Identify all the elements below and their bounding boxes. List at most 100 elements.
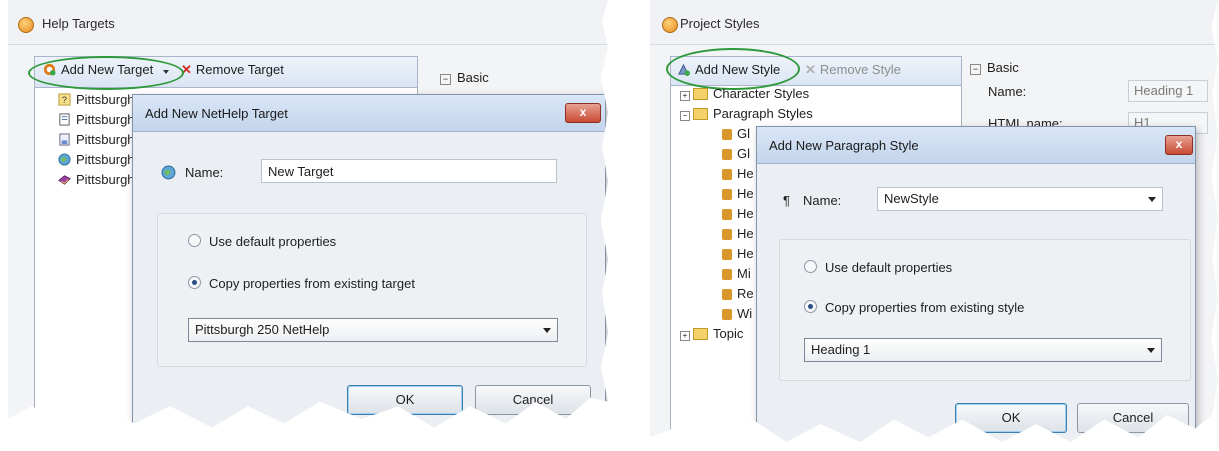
tree-item[interactable]: Pittsburgh [58,172,135,187]
remove-style-button[interactable]: ✕ Remove Style [805,62,901,78]
collapse-icon: − [970,64,981,75]
app-icon [662,17,678,33]
name-input[interactable]: New Target [261,159,557,183]
radio-indicator-selected [188,276,201,289]
tree-item-label: Pittsburgh [76,112,135,127]
paragraph-style-icon [722,209,732,220]
tree-item-label: He [737,166,754,181]
chevron-down-icon [1148,197,1156,202]
property-value[interactable]: Heading 1 [1128,80,1208,102]
tree-item[interactable]: He [722,186,754,201]
add-paragraph-style-dialog: Add New Paragraph Style x ¶ Name: NewSty… [756,126,1196,442]
copy-from-value: Heading 1 [811,342,871,357]
tree-item-label: He [737,226,754,241]
window-title: Help Targets [42,16,115,31]
copy-existing-label: Copy properties from existing target [209,276,415,291]
paragraph-style-icon [722,269,732,280]
tree-item-label: Pittsburgh [76,132,135,147]
tree-node-paragraph-styles[interactable]: − Paragraph Styles [680,106,813,121]
tree-node-topic[interactable]: + Topic [680,326,743,341]
paragraph-style-icon [722,249,732,260]
window-titlebar: Project Styles [650,0,1218,45]
copy-existing-label: Copy properties from existing style [825,300,1025,315]
dialog-titlebar: Add New Paragraph Style x [757,127,1195,164]
tree-item[interactable]: Pittsburgh [58,112,135,127]
paragraph-style-icon [722,189,732,200]
dialog-titlebar: Add New NetHelp Target x [133,95,605,132]
tree-item[interactable]: He [722,226,754,241]
cancel-button[interactable]: Cancel [475,385,591,415]
properties-option-group: Use default properties Copy properties f… [157,213,587,367]
expand-icon: + [680,331,690,341]
tree-item[interactable]: Re [722,286,754,301]
globe-icon [161,165,176,180]
basic-section-label: Basic [457,70,489,85]
book-icon [58,175,71,185]
tree-item[interactable]: He [722,166,754,181]
name-combobox[interactable]: NewStyle [877,187,1163,211]
help-target-icon: ? [58,93,71,106]
dialog-title: Add New Paragraph Style [769,138,919,153]
paragraph-style-icon [722,229,732,240]
remove-target-button[interactable]: ✕ Remove Target [181,62,284,78]
copy-from-value: Pittsburgh 250 NetHelp [195,322,330,337]
ok-button[interactable]: OK [347,385,463,415]
use-default-radio[interactable]: Use default properties [188,234,336,249]
paragraph-style-icon [722,149,732,160]
ok-button[interactable]: OK [955,403,1067,433]
help-targets-window: Help Targets Add New Target ✕ Remove Targ… [8,0,608,428]
remove-target-label: Remove Target [195,62,284,77]
copy-existing-radio[interactable]: Copy properties from existing target [188,276,415,291]
tree-item[interactable]: He [722,206,754,221]
name-label: Name: [803,193,842,208]
copy-from-select[interactable]: Pittsburgh 250 NetHelp [188,318,558,342]
tree-node-label: Paragraph Styles [713,106,813,121]
page-icon [59,133,70,146]
paragraph-style-icon [722,129,732,140]
tree-item-label: Pittsburgh [76,92,135,107]
tree-item[interactable]: Pittsburgh [58,132,135,147]
dialog-title: Add New NetHelp Target [145,106,288,121]
tree-item[interactable]: Gl [722,146,750,161]
tree-node-character-styles[interactable]: + Character Styles [680,86,809,101]
copy-existing-radio[interactable]: Copy properties from existing style [804,300,1024,315]
chevron-down-icon [543,328,551,333]
copy-from-select[interactable]: Heading 1 [804,338,1162,362]
paragraph-style-icon [722,289,732,300]
basic-section-header[interactable]: − Basic [970,60,1019,75]
tree-item-label: Mi [737,266,751,281]
highlight-ring [28,56,184,90]
radio-indicator [804,260,817,273]
tree-item[interactable]: Gl [722,126,750,141]
folder-icon [693,88,708,100]
tree-item[interactable]: He [722,246,754,261]
expand-icon: + [680,91,690,101]
use-default-label: Use default properties [209,234,337,249]
tree-item[interactable]: Pittsburgh [58,152,135,167]
tree-item[interactable]: Mi [722,266,751,281]
tree-node-label: Topic [713,326,744,341]
tree-item-label: Pittsburgh [76,152,135,167]
tree-item[interactable]: Wi [722,306,752,321]
pilcrow-icon: ¶ [783,193,790,208]
use-default-radio[interactable]: Use default properties [804,260,952,275]
remove-style-label: Remove Style [819,62,901,77]
svg-text:?: ? [62,95,67,105]
tree-node-label: Character Styles [713,86,810,101]
tree-item-label: Pittsburgh [76,172,135,187]
property-name: Name: [988,84,1027,99]
cancel-button[interactable]: Cancel [1077,403,1189,433]
app-icon [18,17,34,33]
tree-item[interactable]: ? Pittsburgh [58,92,135,107]
basic-section-header[interactable]: − Basic [440,70,489,85]
close-button[interactable]: x [1165,135,1193,155]
window-title: Project Styles [680,16,760,31]
close-button[interactable]: x [565,103,601,123]
radio-indicator-selected [804,300,817,313]
tree-item-label: He [737,246,754,261]
tree-item-label: Wi [737,306,753,321]
properties-option-group: Use default properties Copy properties f… [779,239,1191,381]
tree-item-label: Re [737,286,754,301]
tree-item-label: Gl [737,126,750,141]
globe-icon [58,153,71,166]
